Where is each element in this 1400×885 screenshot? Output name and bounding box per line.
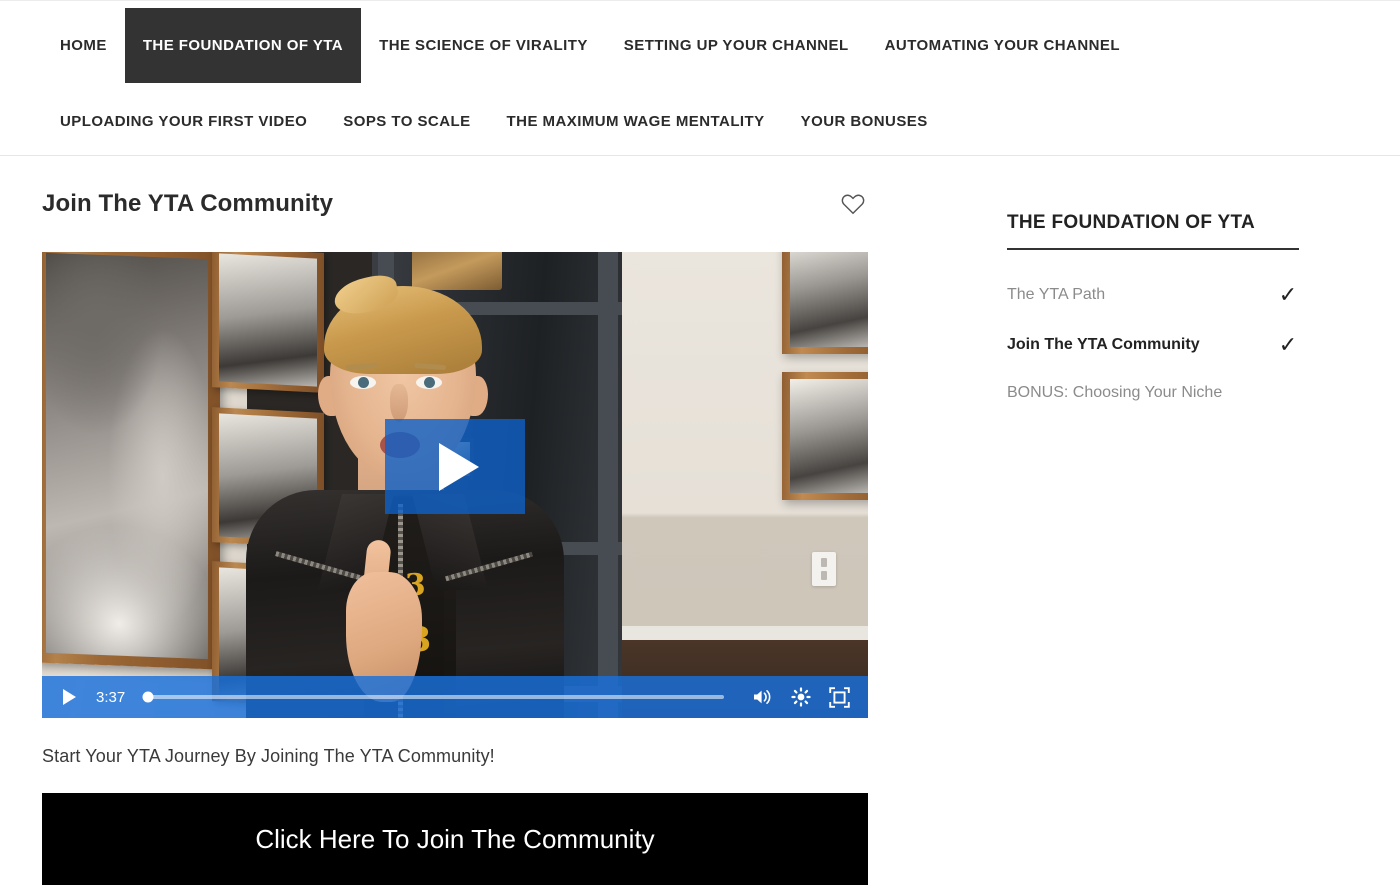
join-community-button[interactable]: Click Here To Join The Community: [42, 793, 868, 885]
module-sidebar: THE FOUNDATION OF YTA The YTA Path ✓ Joi…: [1007, 212, 1299, 416]
fullscreen-button[interactable]: [822, 682, 856, 712]
main-navigation-bar: HOME THE FOUNDATION OF YTA THE SCIENCE O…: [0, 0, 1400, 156]
sidebar-item-bonus-choosing-your-niche[interactable]: BONUS: Choosing Your Niche: [1007, 370, 1299, 416]
video-play-overlay-button[interactable]: [385, 419, 525, 514]
sidebar-item-the-yta-path[interactable]: The YTA Path ✓: [1007, 270, 1299, 320]
sidebar-item-label: BONUS: Choosing Your Niche: [1007, 384, 1223, 401]
nav-item-home[interactable]: HOME: [42, 8, 125, 83]
video-progress-bar[interactable]: [142, 691, 724, 703]
nav-item-your-bonuses[interactable]: YOUR BONUSES: [783, 98, 946, 144]
lesson-column: Join The YTA Community 3:37 Start Your Y…: [42, 156, 868, 885]
volume-on-icon: [752, 688, 774, 706]
check-icon: ✓: [1278, 282, 1298, 307]
fullscreen-icon: [828, 686, 850, 708]
scene-wall-outlet: [812, 552, 836, 586]
check-icon: ✓: [1278, 332, 1298, 357]
scene-right-wall: [622, 252, 868, 718]
lesson-header: Join The YTA Community: [42, 156, 868, 252]
scene-framed-photo: [782, 252, 868, 354]
sidebar-module-title: THE FOUNDATION OF YTA: [1007, 212, 1299, 250]
sidebar-item-join-the-yta-community[interactable]: Join The YTA Community ✓: [1007, 320, 1299, 370]
play-button[interactable]: [54, 682, 84, 712]
nav-item-the-foundation-of-yta[interactable]: THE FOUNDATION OF YTA: [124, 8, 362, 83]
nav-item-automating-your-channel[interactable]: AUTOMATING YOUR CHANNEL: [867, 8, 1138, 83]
volume-button[interactable]: [746, 682, 780, 712]
video-player[interactable]: 23 23 3:37: [42, 252, 868, 718]
settings-gear-icon: [791, 687, 811, 707]
big-play-icon: [439, 442, 479, 491]
sidebar-item-label: Join The YTA Community: [1007, 336, 1200, 353]
nav-item-the-maximum-wage-mentality[interactable]: THE MAXIMUM WAGE MENTALITY: [489, 98, 783, 144]
nav-item-sops-to-scale[interactable]: SOPS TO SCALE: [325, 98, 488, 144]
video-progress-handle[interactable]: [142, 691, 154, 703]
settings-button[interactable]: [784, 682, 818, 712]
nav-row-primary: HOME THE FOUNDATION OF YTA THE SCIENCE O…: [42, 8, 1138, 83]
video-controls-bar: 3:37: [42, 676, 868, 718]
video-time-display: 3:37: [96, 688, 126, 706]
sidebar-lesson-list: The YTA Path ✓ Join The YTA Community ✓ …: [1007, 270, 1299, 416]
nav-item-the-science-of-virality[interactable]: THE SCIENCE OF VIRALITY: [361, 8, 606, 83]
scene-framed-photo-large: [42, 252, 220, 670]
heart-outline-icon: [841, 193, 865, 215]
nav-row-secondary: UPLOADING YOUR FIRST VIDEO SOPS TO SCALE…: [42, 98, 946, 144]
page-title: Join The YTA Community: [42, 190, 334, 217]
play-triangle-icon: [62, 689, 76, 705]
nav-item-uploading-your-first-video[interactable]: UPLOADING YOUR FIRST VIDEO: [42, 98, 325, 144]
favorite-button[interactable]: [838, 189, 868, 219]
page-content: Join The YTA Community 3:37 Start Your Y…: [0, 156, 1400, 885]
nav-item-setting-up-your-channel[interactable]: SETTING UP YOUR CHANNEL: [606, 8, 867, 83]
scene-framed-photo: [782, 372, 868, 500]
sidebar-item-label: The YTA Path: [1007, 286, 1106, 303]
lesson-description: Start Your YTA Journey By Joining The YT…: [42, 746, 495, 766]
